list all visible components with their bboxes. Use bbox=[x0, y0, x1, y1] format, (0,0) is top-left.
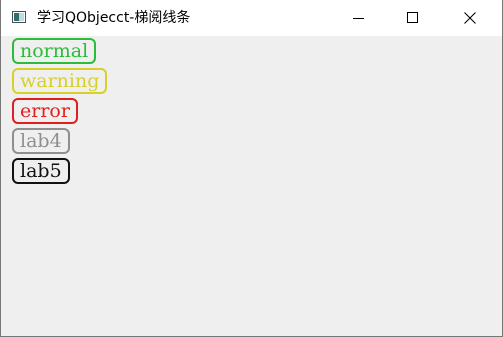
minimize-icon bbox=[353, 18, 364, 19]
minimize-button[interactable] bbox=[336, 0, 382, 36]
close-button[interactable] bbox=[447, 0, 493, 36]
app-window: 学习QObjecct-梯阅线条 normal warning error lab… bbox=[0, 0, 503, 337]
window-title: 学习QObjecct-梯阅线条 bbox=[37, 10, 191, 26]
app-window-icon bbox=[12, 11, 26, 23]
close-icon bbox=[464, 12, 476, 24]
label-warning: warning bbox=[12, 68, 108, 94]
maximize-button[interactable] bbox=[390, 0, 436, 36]
label-lab5: lab5 bbox=[12, 158, 70, 184]
maximize-icon bbox=[407, 12, 418, 23]
label-lab4: lab4 bbox=[12, 128, 70, 154]
title-bar[interactable]: 学习QObjecct-梯阅线条 bbox=[1, 0, 502, 36]
label-normal: normal bbox=[12, 38, 97, 64]
label-error: error bbox=[12, 98, 78, 124]
client-area: normal warning error lab4 lab5 bbox=[1, 36, 502, 336]
